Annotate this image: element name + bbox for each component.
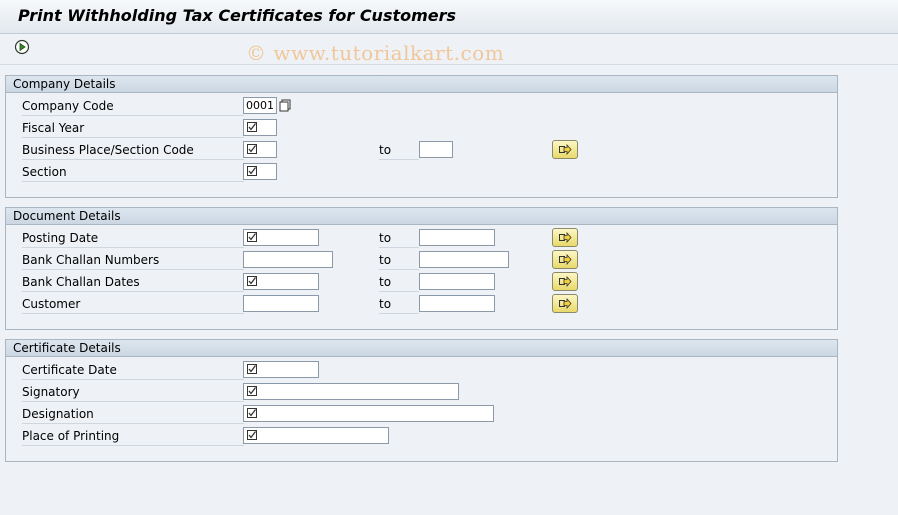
group-header-document-details: Document Details [6, 208, 837, 225]
execute-icon[interactable] [14, 39, 30, 55]
multiple-selection-button[interactable] [552, 294, 578, 313]
arrow-right-icon [559, 276, 572, 287]
certificate-date-field[interactable] [243, 361, 319, 378]
multiple-selection-button[interactable] [552, 272, 578, 291]
customer-to-field[interactable] [419, 295, 495, 312]
label-certificate-date: Certificate Date [22, 362, 244, 380]
to-label: to [379, 296, 419, 314]
row-company-code: Company Code 0001 [6, 95, 837, 117]
group-company-details: Company Details Company Code 0001 Fiscal… [5, 75, 838, 198]
label-section: Section [22, 164, 244, 182]
multiple-selection-button[interactable] [552, 250, 578, 269]
required-checkmark-icon [247, 364, 257, 374]
signatory-field[interactable] [243, 383, 459, 400]
required-checkmark-icon [247, 386, 257, 396]
label-designation: Designation [22, 406, 244, 424]
to-label: to [379, 274, 419, 292]
label-signatory: Signatory [22, 384, 244, 402]
posting-date-to-field[interactable] [419, 229, 495, 246]
customer-from-field[interactable] [243, 295, 319, 312]
required-checkmark-icon [247, 408, 257, 418]
required-checkmark-icon [247, 430, 257, 440]
row-place-of-printing: Place of Printing [6, 425, 837, 447]
row-designation: Designation [6, 403, 837, 425]
row-customer: Customer to [6, 293, 837, 315]
label-bank-challan-dates: Bank Challan Dates [22, 274, 244, 292]
row-bank-challan-numbers: Bank Challan Numbers to [6, 249, 837, 271]
row-posting-date: Posting Date to [6, 227, 837, 249]
to-label: to [379, 142, 419, 160]
row-signatory: Signatory [6, 381, 837, 403]
value-help-icon[interactable] [279, 99, 291, 112]
row-certificate-date: Certificate Date [6, 359, 837, 381]
page-title: Print Withholding Tax Certificates for C… [18, 6, 457, 25]
required-checkmark-icon [247, 276, 257, 286]
required-checkmark-icon [247, 232, 257, 242]
fiscal-year-field[interactable] [243, 119, 277, 136]
posting-date-from-field[interactable] [243, 229, 319, 246]
section-field[interactable] [243, 163, 277, 180]
watermark: © www.tutorialkart.com [246, 41, 505, 65]
label-bank-challan-numbers: Bank Challan Numbers [22, 252, 244, 270]
group-header-company-details: Company Details [6, 76, 837, 93]
row-fiscal-year: Fiscal Year [6, 117, 837, 139]
bank-challan-dates-to-field[interactable] [419, 273, 495, 290]
arrow-right-icon [559, 298, 572, 309]
row-business-place: Business Place/Section Code to [6, 139, 837, 161]
title-bar: Print Withholding Tax Certificates for C… [0, 0, 898, 34]
company-code-value: 0001 [246, 99, 274, 112]
arrow-right-icon [559, 232, 572, 243]
arrow-right-icon [559, 254, 572, 265]
designation-field[interactable] [243, 405, 494, 422]
selection-screen: Company Details Company Code 0001 Fiscal… [0, 65, 898, 515]
place-of-printing-field[interactable] [243, 427, 389, 444]
to-label: to [379, 252, 419, 270]
bank-challan-numbers-from-field[interactable] [243, 251, 333, 268]
row-bank-challan-dates: Bank Challan Dates to [6, 271, 837, 293]
label-business-place: Business Place/Section Code [22, 142, 244, 160]
label-fiscal-year: Fiscal Year [22, 120, 244, 138]
label-place-of-printing: Place of Printing [22, 428, 244, 446]
group-certificate-details: Certificate Details Certificate Date Sig… [5, 339, 838, 462]
company-code-field[interactable]: 0001 [243, 97, 291, 114]
to-label: to [379, 230, 419, 248]
required-checkmark-icon [247, 166, 257, 176]
business-place-from-field[interactable] [243, 141, 277, 158]
multiple-selection-button[interactable] [552, 140, 578, 159]
multiple-selection-button[interactable] [552, 228, 578, 247]
label-customer: Customer [22, 296, 244, 314]
label-posting-date: Posting Date [22, 230, 244, 248]
group-header-certificate-details: Certificate Details [6, 340, 837, 357]
group-document-details: Document Details Posting Date to Bank Ch… [5, 207, 838, 330]
required-checkmark-icon [247, 144, 257, 154]
bank-challan-numbers-to-field[interactable] [419, 251, 509, 268]
business-place-to-field[interactable] [419, 141, 453, 158]
row-section: Section [6, 161, 837, 183]
label-company-code: Company Code [22, 98, 244, 116]
bank-challan-dates-from-field[interactable] [243, 273, 319, 290]
required-checkmark-icon [247, 122, 257, 132]
arrow-right-icon [559, 144, 572, 155]
